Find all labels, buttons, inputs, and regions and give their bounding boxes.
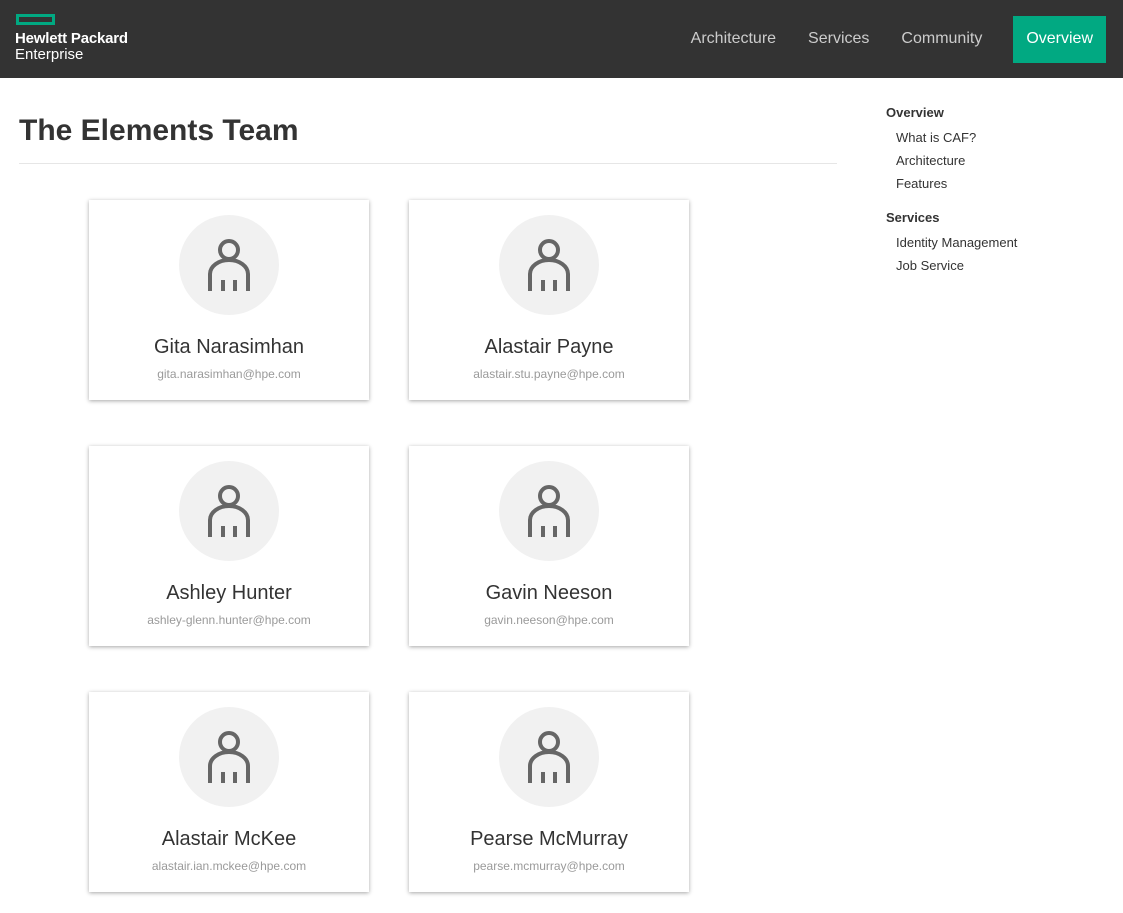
member-name: Alastair Payne	[484, 336, 614, 358]
user-icon	[179, 215, 279, 315]
side-link-what-is-caf[interactable]: What is CAF?	[886, 126, 1106, 149]
user-icon	[499, 215, 599, 315]
main-nav: Architecture Services Community Overview	[691, 0, 1123, 78]
nav-link-community[interactable]: Community	[901, 30, 982, 48]
team-member-card: Gavin Neeson gavin.neeson@hpe.com	[409, 446, 689, 646]
team-member-card: Alastair McKee alastair.ian.mckee@hpe.co…	[89, 692, 369, 892]
hpe-logo-element-icon	[16, 14, 55, 25]
nav-link-services[interactable]: Services	[808, 30, 869, 48]
side-link-job-service[interactable]: Job Service	[886, 254, 1106, 277]
side-link-architecture[interactable]: Architecture	[886, 149, 1106, 172]
nav-link-architecture[interactable]: Architecture	[691, 30, 776, 48]
member-email: alastair.ian.mckee@hpe.com	[151, 859, 307, 873]
member-email: gavin.neeson@hpe.com	[484, 613, 614, 627]
user-icon	[179, 707, 279, 807]
side-section-overview: Overview What is CAF? Architecture Featu…	[886, 104, 1106, 195]
overview-button[interactable]: Overview	[1013, 15, 1106, 63]
page-title: The Elements Team	[19, 114, 299, 147]
member-email: ashley-glenn.hunter@hpe.com	[147, 613, 311, 627]
title-divider	[19, 163, 837, 164]
member-name: Alastair McKee	[161, 828, 297, 850]
user-icon	[499, 461, 599, 561]
team-card-grid: Gita Narasimhan gita.narasimhan@hpe.com …	[89, 200, 689, 892]
side-heading-services[interactable]: Services	[886, 209, 1106, 227]
side-link-features[interactable]: Features	[886, 172, 1106, 195]
user-icon	[179, 461, 279, 561]
member-name: Ashley Hunter	[166, 582, 292, 604]
top-navigation-bar: Hewlett Packard Enterprise Architecture …	[0, 0, 1123, 78]
user-icon	[499, 707, 599, 807]
team-member-card: Pearse McMurray pearse.mcmurray@hpe.com	[409, 692, 689, 892]
member-email: alastair.stu.payne@hpe.com	[473, 367, 625, 381]
member-email: gita.narasimhan@hpe.com	[157, 367, 301, 381]
team-member-card: Gita Narasimhan gita.narasimhan@hpe.com	[89, 200, 369, 400]
team-member-card: Ashley Hunter ashley-glenn.hunter@hpe.co…	[89, 446, 369, 646]
member-name: Gavin Neeson	[485, 582, 613, 604]
member-name: Gita Narasimhan	[153, 336, 305, 358]
side-section-services: Services Identity Management Job Service	[886, 209, 1106, 277]
hpe-logo[interactable]: Hewlett Packard Enterprise	[15, 13, 155, 65]
member-email: pearse.mcmurray@hpe.com	[473, 859, 625, 873]
side-heading-overview[interactable]: Overview	[886, 104, 1106, 122]
logo-text-line1: Hewlett Packard	[15, 30, 128, 47]
logo-text-line2: Enterprise	[15, 46, 84, 63]
team-member-card: Alastair Payne alastair.stu.payne@hpe.co…	[409, 200, 689, 400]
side-navigation: Overview What is CAF? Architecture Featu…	[886, 104, 1106, 291]
member-name: Pearse McMurray	[470, 828, 628, 850]
side-link-identity-management[interactable]: Identity Management	[886, 231, 1106, 254]
